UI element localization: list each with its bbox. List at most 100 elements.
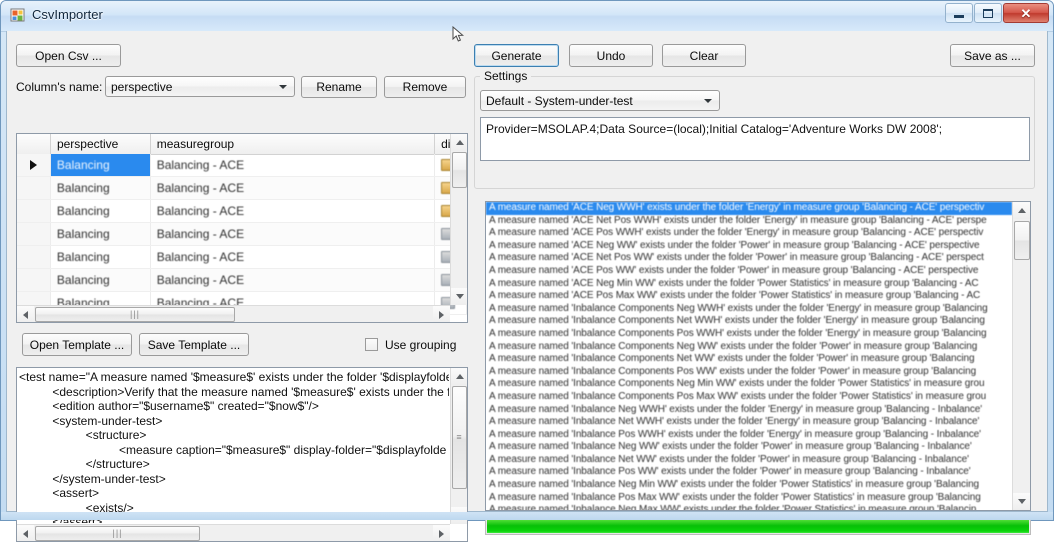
cell-perspective[interactable]: Balancing bbox=[51, 246, 151, 268]
template-text-content: <test name="A measure named '$measure$' … bbox=[17, 368, 449, 523]
generated-tests-items: A measure named 'ACE Neg WWH' exists und… bbox=[486, 202, 1012, 510]
template-scroll-thumb[interactable]: ≡ bbox=[452, 386, 467, 489]
list-item[interactable]: A measure named 'Inbalance Neg Min WW' e… bbox=[486, 479, 1012, 492]
listbox-scroll-down-button[interactable] bbox=[1013, 493, 1030, 510]
template-vertical-scrollbar[interactable]: ≡ bbox=[450, 368, 467, 524]
list-item[interactable]: A measure named 'Inbalance Components Ne… bbox=[486, 378, 1012, 391]
column-name-combo[interactable]: perspective bbox=[105, 76, 295, 97]
use-grouping-checkbox[interactable] bbox=[365, 338, 378, 351]
grid-vertical-scrollbar[interactable] bbox=[450, 134, 467, 305]
row-selector-cell[interactable] bbox=[17, 154, 51, 176]
table-row[interactable]: Balancing Balancing - ACE bbox=[17, 246, 467, 269]
row-selector-cell[interactable] bbox=[17, 177, 51, 199]
settings-group-title: Settings bbox=[480, 69, 532, 83]
listbox-vertical-scrollbar[interactable] bbox=[1012, 202, 1030, 510]
open-csv-button[interactable]: Open Csv ... bbox=[16, 44, 121, 67]
connection-string-input[interactable]: Provider=MSOLAP.4;Data Source=(local);In… bbox=[480, 117, 1030, 161]
chevron-up-icon bbox=[455, 374, 464, 379]
cell-perspective[interactable]: Balancing bbox=[50, 177, 151, 199]
cell-measuregroup[interactable]: Balancing - ACE bbox=[150, 223, 436, 245]
row-selector-cell[interactable] bbox=[17, 223, 51, 245]
cell-measuregroup[interactable]: Balancing - ACE bbox=[150, 177, 436, 199]
grid-header-corner[interactable] bbox=[17, 134, 51, 154]
template-hscroll-thumb[interactable]: ||| bbox=[35, 526, 200, 541]
list-item[interactable]: A measure named 'Inbalance Neg Max WW' e… bbox=[486, 504, 1012, 510]
list-item[interactable]: A measure named 'Inbalance Components Ne… bbox=[486, 303, 1012, 316]
cell-measuregroup[interactable]: Balancing - ACE bbox=[151, 200, 436, 222]
template-scroll-left-button[interactable] bbox=[17, 525, 34, 541]
close-button[interactable]: ✕ bbox=[1003, 3, 1049, 23]
maximize-button[interactable] bbox=[974, 3, 1002, 23]
list-item[interactable]: A measure named 'Inbalance Neg WW' exist… bbox=[486, 441, 1012, 454]
list-item[interactable]: A measure named 'ACE Pos Max WW' exists … bbox=[486, 290, 1012, 303]
list-item[interactable]: A measure named 'Inbalance Components Ne… bbox=[486, 341, 1012, 354]
table-row[interactable]: Balancing Balancing - ACE bbox=[17, 223, 467, 246]
list-item[interactable]: A measure named 'Inbalance Pos WW' exist… bbox=[486, 466, 1012, 479]
row-selector-cell[interactable] bbox=[17, 200, 51, 222]
list-item[interactable]: A measure named 'Inbalance Pos WWH' exis… bbox=[486, 429, 1012, 442]
list-item[interactable]: A measure named 'Inbalance Components Po… bbox=[486, 391, 1012, 404]
chevron-right-icon bbox=[439, 310, 444, 319]
client-area: Open Csv ... Column's name: perspective … bbox=[6, 31, 1048, 542]
save-template-button[interactable]: Save Template ... bbox=[139, 333, 249, 356]
list-item[interactable]: A measure named 'Inbalance Net WWH' exis… bbox=[486, 416, 1012, 429]
list-item[interactable]: A measure named 'ACE Neg WW' exists unde… bbox=[486, 240, 1012, 253]
template-scroll-up-button[interactable] bbox=[451, 368, 467, 385]
table-row[interactable]: Balancing Balancing - ACE bbox=[17, 177, 467, 200]
grid-scroll-down-button[interactable] bbox=[451, 288, 467, 305]
list-item[interactable]: A measure named 'ACE Neg Min WW' exists … bbox=[486, 278, 1012, 291]
row-selector-cell[interactable] bbox=[17, 246, 51, 268]
list-item[interactable]: A measure named 'Inbalance Components Po… bbox=[486, 328, 1012, 341]
grid-scroll-left-button[interactable] bbox=[17, 306, 34, 322]
cell-measuregroup[interactable]: Balancing - ACE bbox=[151, 246, 436, 268]
template-horizontal-scrollbar[interactable]: ||| bbox=[17, 524, 450, 541]
maximize-icon bbox=[983, 8, 993, 18]
list-item[interactable]: A measure named 'Inbalance Components Po… bbox=[486, 366, 1012, 379]
cell-text: Balancing - ACE bbox=[156, 204, 245, 218]
table-row[interactable]: Balancing Balancing - ACE bbox=[17, 200, 467, 223]
cell-perspective[interactable]: Balancing bbox=[50, 154, 151, 176]
table-row[interactable]: Balancing Balancing - ACE bbox=[17, 154, 467, 177]
listbox-scroll-thumb[interactable] bbox=[1014, 221, 1030, 260]
template-line: <assert> bbox=[19, 486, 100, 500]
cell-perspective[interactable]: Balancing bbox=[50, 223, 151, 245]
list-item[interactable]: A measure named 'Inbalance Pos Max WW' e… bbox=[486, 492, 1012, 505]
csv-data-grid[interactable]: perspective measuregroup di Balancing Bal… bbox=[16, 133, 468, 323]
generated-tests-listbox[interactable]: A measure named 'ACE Neg WWH' exists und… bbox=[485, 201, 1031, 511]
generate-button[interactable]: Generate bbox=[474, 44, 559, 67]
minimize-button[interactable] bbox=[945, 3, 973, 23]
list-item[interactable]: A measure named 'Inbalance Components Ne… bbox=[486, 315, 1012, 328]
grid-horizontal-scrollbar[interactable]: ||| bbox=[17, 305, 450, 322]
settings-profile-combo[interactable]: Default - System-under-test bbox=[480, 90, 720, 111]
list-item[interactable]: A measure named 'Inbalance Net WW' exist… bbox=[486, 454, 1012, 467]
list-item[interactable]: A measure named 'Inbalance Neg WWH' exis… bbox=[486, 404, 1012, 417]
undo-button[interactable]: Undo bbox=[569, 44, 653, 67]
table-row[interactable]: Balancing Balancing - ACE bbox=[17, 269, 467, 292]
application-window: CsvImporter ✕ Open Csv ... Column's name… bbox=[0, 0, 1054, 542]
grid-header-perspective[interactable]: perspective bbox=[50, 134, 151, 154]
cell-perspective[interactable]: Balancing bbox=[50, 269, 151, 291]
template-scroll-right-button[interactable] bbox=[433, 525, 450, 541]
rename-button[interactable]: Rename bbox=[301, 76, 377, 98]
list-item[interactable]: A measure named 'ACE Pos WWH' exists und… bbox=[486, 227, 1012, 240]
cell-perspective[interactable]: Balancing bbox=[51, 200, 151, 222]
save-as-button[interactable]: Save as ... bbox=[950, 44, 1035, 67]
grid-hscroll-thumb[interactable]: ||| bbox=[35, 307, 235, 322]
clear-button[interactable]: Clear bbox=[662, 44, 746, 67]
open-template-button[interactable]: Open Template ... bbox=[22, 333, 132, 356]
grid-header-measuregroup[interactable]: measuregroup bbox=[150, 134, 436, 154]
connection-string-value: Provider=MSOLAP.4;Data Source=(local);In… bbox=[486, 122, 943, 136]
row-selector-cell[interactable] bbox=[17, 269, 51, 291]
list-item[interactable]: A measure named 'Inbalance Components Ne… bbox=[486, 353, 1012, 366]
grid-scroll-right-button[interactable] bbox=[433, 306, 450, 322]
list-item[interactable]: A measure named 'ACE Pos WW' exists unde… bbox=[486, 265, 1012, 278]
grid-scroll-up-button[interactable] bbox=[451, 134, 467, 151]
remove-button[interactable]: Remove bbox=[384, 76, 466, 98]
listbox-scroll-up-button[interactable] bbox=[1013, 202, 1030, 219]
list-item[interactable]: A measure named 'ACE Net Pos WW' exists … bbox=[486, 252, 1012, 265]
cell-measuregroup[interactable]: Balancing - ACE bbox=[150, 269, 436, 291]
grid-scroll-thumb[interactable] bbox=[452, 152, 467, 188]
cell-measuregroup[interactable]: Balancing - ACE bbox=[151, 154, 436, 176]
list-item[interactable]: A measure named 'ACE Net Pos WWH' exists… bbox=[486, 215, 1012, 228]
list-item[interactable]: A measure named 'ACE Neg WWH' exists und… bbox=[486, 202, 1012, 215]
